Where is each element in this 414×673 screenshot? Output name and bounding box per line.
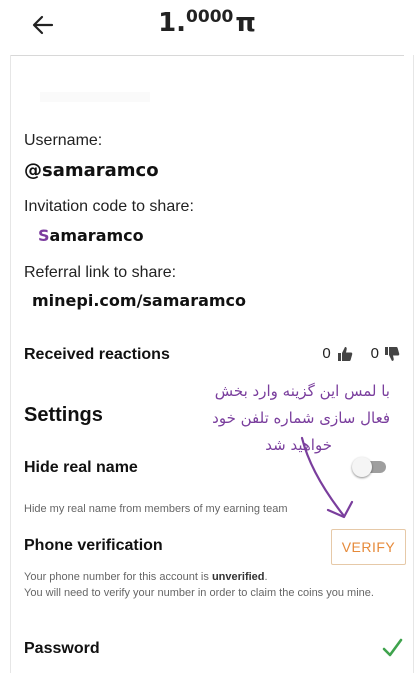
phone-desc-line2: You will need to verify your number in o… bbox=[24, 587, 374, 599]
hide-real-name-toggle[interactable] bbox=[352, 456, 388, 478]
username-label: Username: bbox=[24, 132, 103, 149]
referral-link-label: Referral link to share: bbox=[24, 264, 177, 281]
phone-desc-suffix: . bbox=[264, 571, 268, 583]
settings-title: Settings bbox=[24, 404, 103, 426]
received-reactions-label: Received reactions bbox=[24, 346, 170, 363]
faded-area bbox=[40, 92, 150, 102]
balance-integer: 1. bbox=[158, 8, 187, 38]
balance-display: 1.0000π bbox=[0, 7, 414, 38]
verify-button[interactable]: VERIFY bbox=[331, 529, 406, 565]
invitation-code-value[interactable]: Samaramco bbox=[38, 226, 144, 245]
dislikes-count: 0 bbox=[370, 345, 379, 362]
hide-real-name-description: Hide my real name from members of my ear… bbox=[24, 503, 288, 515]
phone-desc-status: unverified bbox=[211, 571, 265, 583]
toggle-knob bbox=[352, 457, 372, 477]
handwritten-annotation: با لمس این گزینه وارد بخش فعال سازی شمار… bbox=[150, 378, 390, 459]
annotation-line-2: فعال سازی شماره تلفن خود bbox=[212, 409, 390, 427]
top-bar: 1.0000π bbox=[0, 0, 414, 52]
username-value: @samaramco bbox=[24, 160, 159, 181]
invitation-code-rest: amaramco bbox=[49, 226, 144, 245]
thumbs-down-icon bbox=[385, 346, 400, 361]
invitation-code-first-letter: S bbox=[38, 226, 50, 245]
likes-count: 0 bbox=[322, 345, 331, 362]
thumbs-up-icon bbox=[337, 346, 352, 361]
checkmark-icon bbox=[382, 638, 403, 657]
annotation-line-1: با لمس این گزینه وارد بخش bbox=[214, 382, 390, 400]
invitation-code-label: Invitation code to share: bbox=[24, 198, 194, 215]
phone-verification-label: Phone verification bbox=[24, 537, 163, 554]
phone-desc-prefix: Your phone number for this account is bbox=[24, 571, 212, 583]
hide-real-name-label: Hide real name bbox=[24, 459, 138, 476]
left-border bbox=[10, 55, 11, 673]
annotation-line-3: خواهید شد bbox=[265, 436, 332, 454]
reactions-counts: 0 0 bbox=[322, 345, 400, 362]
header-divider bbox=[10, 55, 404, 56]
referral-link-value[interactable]: minepi.com/samaramco bbox=[32, 291, 246, 310]
pi-symbol: π bbox=[235, 8, 256, 38]
balance-decimals: 0000 bbox=[186, 7, 234, 27]
phone-verification-description: Your phone number for this account is un… bbox=[24, 569, 399, 601]
password-label: Password bbox=[24, 640, 100, 657]
